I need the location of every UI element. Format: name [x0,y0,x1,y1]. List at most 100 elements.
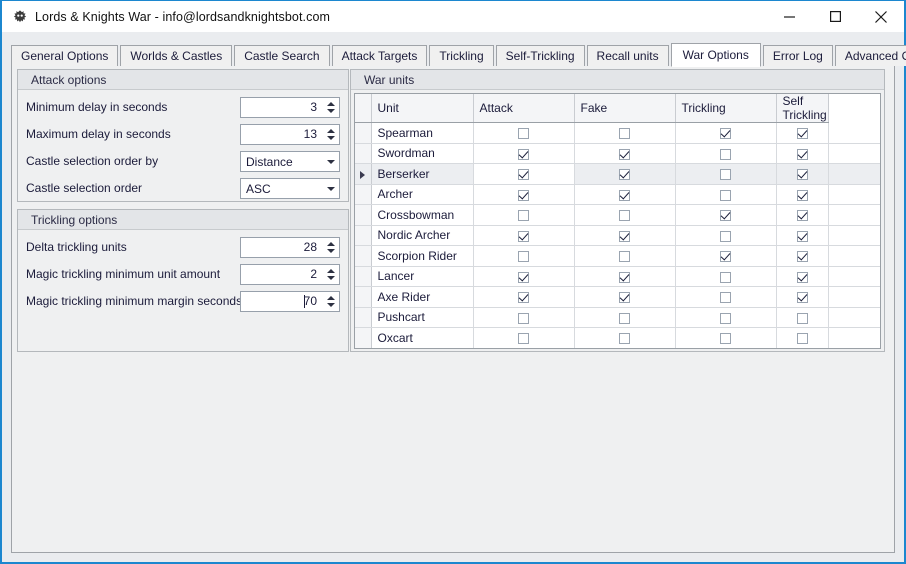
attack-checkbox-cell[interactable] [473,307,575,328]
maximize-button[interactable] [812,1,858,32]
checkbox-checked-icon[interactable] [518,148,529,160]
checkbox-unchecked-icon[interactable] [720,189,731,201]
trickling-checkbox-cell[interactable] [675,225,777,246]
column-header-attack[interactable]: Attack [473,94,575,123]
attack-checkbox-cell[interactable] [473,266,575,287]
checkbox-unchecked-icon[interactable] [720,271,731,283]
trickling-checkbox-cell[interactable] [675,163,777,185]
attack-checkbox-cell[interactable] [473,204,575,226]
column-header-trickling[interactable]: Trickling [675,94,777,123]
magic-minimum-unit-amount-spinner[interactable]: 2 [240,264,340,285]
close-button[interactable] [858,1,904,32]
row-selector-cell[interactable] [355,184,372,205]
fake-checkbox-cell[interactable] [574,204,676,226]
table-row[interactable]: Berserker [355,163,880,185]
checkbox-checked-icon[interactable] [796,169,808,181]
checkbox-checked-icon[interactable] [796,189,808,201]
checkbox-unchecked-icon[interactable] [720,230,731,242]
table-row[interactable]: Scorpion Rider [355,245,880,267]
unit-name-cell[interactable]: Scorpion Rider [371,245,474,267]
trickling-checkbox-cell[interactable] [675,286,777,308]
checkbox-checked-icon[interactable] [619,169,630,181]
self-trickling-checkbox-cell[interactable] [776,266,829,287]
fake-checkbox-cell[interactable] [574,286,676,308]
self-trickling-checkbox-cell[interactable] [776,245,829,267]
minimum-delay-spinner[interactable]: 3 [240,97,340,118]
checkbox-unchecked-icon[interactable] [619,128,630,140]
checkbox-checked-icon[interactable] [796,210,808,222]
unit-name-cell[interactable]: Axe Rider [371,286,474,308]
row-selector-cell[interactable] [355,225,372,246]
checkbox-checked-icon[interactable] [720,210,731,222]
checkbox-checked-icon[interactable] [518,292,529,304]
tab-castle-search[interactable]: Castle Search [234,45,330,66]
trickling-checkbox-cell[interactable] [675,307,777,328]
row-selector-cell[interactable] [355,245,372,267]
self-trickling-checkbox-cell[interactable] [776,122,829,144]
self-trickling-checkbox-cell[interactable] [776,286,829,308]
checkbox-unchecked-icon[interactable] [720,169,731,181]
delta-trickling-units-spinner[interactable]: 28 [240,237,340,258]
tab-advanced-options[interactable]: Advanced Options [834,45,906,66]
row-selector-cell[interactable] [355,286,372,308]
checkbox-checked-icon[interactable] [796,271,808,283]
row-selector-cell[interactable] [355,307,372,328]
column-header-self-trickling[interactable]: Self Trickling [776,94,829,123]
checkbox-checked-icon[interactable] [518,189,529,201]
unit-name-cell[interactable]: Oxcart [371,327,474,348]
column-header-fake[interactable]: Fake [574,94,676,123]
unit-name-cell[interactable]: Nordic Archer [371,225,474,246]
checkbox-checked-icon[interactable] [796,128,808,140]
checkbox-unchecked-icon[interactable] [518,210,529,222]
delta-trickling-units-spin-arrows[interactable] [322,238,339,257]
checkbox-checked-icon[interactable] [720,128,731,140]
minimize-button[interactable] [766,1,812,32]
checkbox-checked-icon[interactable] [619,230,630,242]
table-row[interactable]: Swordman [355,143,880,164]
checkbox-checked-icon[interactable] [619,271,630,283]
trickling-checkbox-cell[interactable] [675,122,777,144]
checkbox-unchecked-icon[interactable] [619,312,630,324]
tab-error-log[interactable]: Error Log [762,45,833,66]
checkbox-unchecked-icon[interactable] [796,312,808,324]
tab-worlds-castles[interactable]: Worlds & Castles [120,45,233,66]
trickling-checkbox-cell[interactable] [675,143,777,164]
trickling-checkbox-cell[interactable] [675,327,777,348]
fake-checkbox-cell[interactable] [574,163,676,185]
attack-checkbox-cell[interactable] [473,225,575,246]
fake-checkbox-cell[interactable] [574,307,676,328]
self-trickling-checkbox-cell[interactable] [776,143,829,164]
unit-name-cell[interactable]: Lancer [371,266,474,287]
row-selector-cell[interactable] [355,266,372,287]
unit-name-cell[interactable]: Swordman [371,143,474,164]
unit-name-cell[interactable]: Archer [371,184,474,205]
trickling-checkbox-cell[interactable] [675,204,777,226]
checkbox-unchecked-icon[interactable] [619,251,630,263]
table-row[interactable]: Archer [355,184,880,205]
checkbox-checked-icon[interactable] [796,292,808,304]
fake-checkbox-cell[interactable] [574,184,676,205]
checkbox-unchecked-icon[interactable] [720,312,731,324]
fake-checkbox-cell[interactable] [574,266,676,287]
attack-checkbox-cell[interactable] [473,245,575,267]
checkbox-unchecked-icon[interactable] [518,128,529,140]
checkbox-unchecked-icon[interactable] [518,312,529,324]
tab-general-options[interactable]: General Options [11,45,119,66]
table-row[interactable]: Nordic Archer [355,225,880,246]
checkbox-checked-icon[interactable] [796,148,808,160]
checkbox-checked-icon[interactable] [619,189,630,201]
checkbox-checked-icon[interactable] [796,251,808,263]
chevron-down-icon[interactable] [322,159,339,164]
table-row[interactable]: Crossbowman [355,204,880,226]
unit-name-cell[interactable]: Pushcart [371,307,474,328]
attack-checkbox-cell[interactable] [473,122,575,144]
fake-checkbox-cell[interactable] [574,245,676,267]
attack-checkbox-cell[interactable] [473,163,575,185]
checkbox-unchecked-icon[interactable] [720,292,731,304]
attack-checkbox-cell[interactable] [473,143,575,164]
checkbox-unchecked-icon[interactable] [720,333,731,345]
table-row[interactable]: Axe Rider [355,286,880,308]
tab-trickling[interactable]: Trickling [429,45,494,66]
checkbox-unchecked-icon[interactable] [619,333,630,345]
table-row[interactable]: Oxcart [355,327,880,348]
